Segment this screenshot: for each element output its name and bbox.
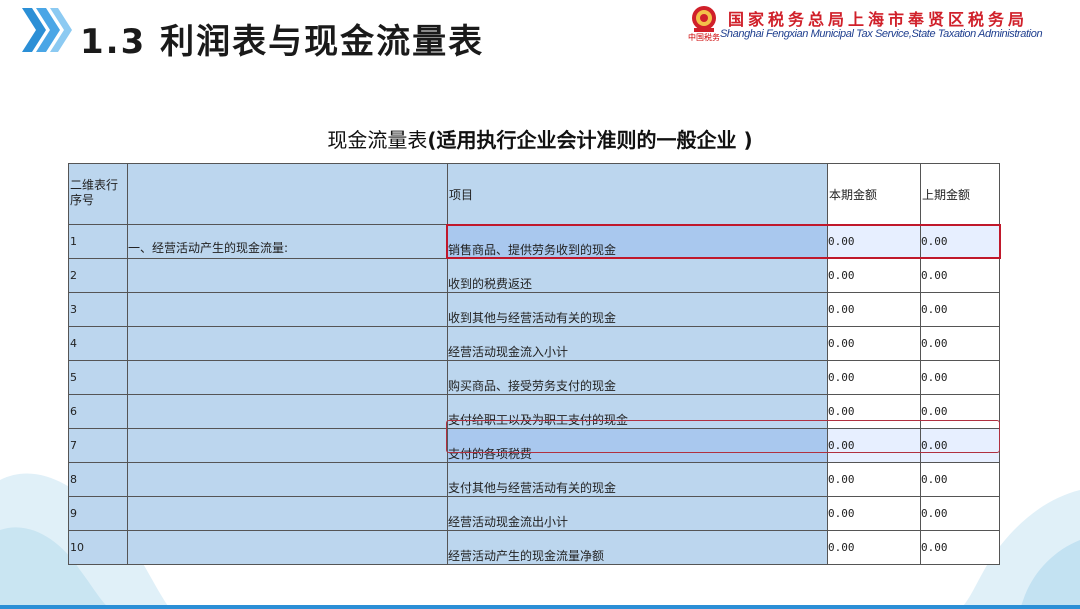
row-previous-amount: 0.00 <box>920 292 1000 327</box>
row-index: 5 <box>68 360 128 395</box>
row-section <box>127 258 448 293</box>
row-index: 3 <box>68 292 128 327</box>
slide-title: 1.3 利润表与现金流量表 <box>80 22 485 62</box>
row-item: 销售商品、提供劳务收到的现金 <box>447 224 828 259</box>
row-index: 9 <box>68 496 128 531</box>
cash-flow-table: 二维表行序号 项目 本期金额 上期金额 1 一、经营活动产生的现金流量: 销售商品、… <box>68 163 1000 565</box>
row-previous-amount: 0.00 <box>920 428 1000 463</box>
row-index: 1 <box>68 224 128 259</box>
row-item: 支付给职工以及为职工支付的现金 <box>447 394 828 429</box>
header-item: 项目 <box>447 163 828 225</box>
table-row: 8 支付其他与经营活动有关的现金 0.00 0.00 <box>68 462 1000 497</box>
row-index: 2 <box>68 258 128 293</box>
row-previous-amount: 0.00 <box>920 224 1000 259</box>
row-item: 支付的各项税费 <box>447 428 828 463</box>
row-index: 4 <box>68 326 128 361</box>
table-row: 1 一、经营活动产生的现金流量: 销售商品、提供劳务收到的现金 0.00 0.00 <box>68 224 1000 259</box>
table-title: 现金流量表(适用执行企业会计准则的一般企业 ) <box>0 124 1080 153</box>
row-index: 6 <box>68 394 128 429</box>
row-item: 经营活动现金流入小计 <box>447 326 828 361</box>
row-section <box>127 292 448 327</box>
slide-frame: 1.3 利润表与现金流量表 中国税务 国家税务总局上海市奉贤区税务局 Shang… <box>0 0 1080 609</box>
table-row: 3 收到其他与经营活动有关的现金 0.00 0.00 <box>68 292 1000 327</box>
row-section <box>127 326 448 361</box>
row-current-amount: 0.00 <box>827 394 921 429</box>
row-index: 8 <box>68 462 128 497</box>
row-current-amount: 0.00 <box>827 530 921 565</box>
table-row: 10 经营活动产生的现金流量净额 0.00 0.00 <box>68 530 1000 565</box>
row-item: 经营活动现金流出小计 <box>447 496 828 531</box>
row-item: 支付其他与经营活动有关的现金 <box>447 462 828 497</box>
row-section <box>127 462 448 497</box>
row-current-amount: 0.00 <box>827 428 921 463</box>
row-section: 一、经营活动产生的现金流量: <box>127 224 448 259</box>
row-current-amount: 0.00 <box>827 292 921 327</box>
row-item: 经营活动产生的现金流量净额 <box>447 530 828 565</box>
org-name-cn: 国家税务总局上海市奉贤区税务局 <box>728 10 1029 29</box>
row-previous-amount: 0.00 <box>920 326 1000 361</box>
table-row: 5 购买商品、接受劳务支付的现金 0.00 0.00 <box>68 360 1000 395</box>
row-item: 收到其他与经营活动有关的现金 <box>447 292 828 327</box>
table-row: 9 经营活动现金流出小计 0.00 0.00 <box>68 496 1000 531</box>
row-current-amount: 0.00 <box>827 496 921 531</box>
header-index: 二维表行序号 <box>68 163 128 225</box>
org-name-en: Shanghai Fengxian Municipal Tax Service,… <box>720 28 1043 40</box>
row-previous-amount: 0.00 <box>920 394 1000 429</box>
row-previous-amount: 0.00 <box>920 258 1000 293</box>
row-item: 收到的税费返还 <box>447 258 828 293</box>
header-previous-amount: 上期金额 <box>920 163 1000 225</box>
table-title-plain: 现金流量表 <box>327 128 428 152</box>
row-section <box>127 530 448 565</box>
row-previous-amount: 0.00 <box>920 496 1000 531</box>
row-current-amount: 0.00 <box>827 462 921 497</box>
row-section <box>127 360 448 395</box>
row-current-amount: 0.00 <box>827 224 921 259</box>
row-section <box>127 394 448 429</box>
row-section <box>127 428 448 463</box>
row-index: 7 <box>68 428 128 463</box>
row-previous-amount: 0.00 <box>920 530 1000 565</box>
table-row: 2 收到的税费返还 0.00 0.00 <box>68 258 1000 293</box>
table-row: 4 经营活动现金流入小计 0.00 0.00 <box>68 326 1000 361</box>
row-previous-amount: 0.00 <box>920 462 1000 497</box>
row-current-amount: 0.00 <box>827 360 921 395</box>
chevron-decoration-icon <box>22 8 72 52</box>
table-title-bold: (适用执行企业会计准则的一般企业 ) <box>427 128 753 152</box>
row-item: 购买商品、接受劳务支付的现金 <box>447 360 828 395</box>
table-header-row: 二维表行序号 项目 本期金额 上期金额 <box>68 163 1000 225</box>
row-current-amount: 0.00 <box>827 326 921 361</box>
table-row: 6 支付给职工以及为职工支付的现金 0.00 0.00 <box>68 394 1000 429</box>
table-row: 7 支付的各项税费 0.00 0.00 <box>68 428 1000 463</box>
seal-text: 中国税务 <box>688 33 720 42</box>
header-current-amount: 本期金额 <box>827 163 921 225</box>
row-index: 10 <box>68 530 128 565</box>
header-section <box>127 163 448 225</box>
row-previous-amount: 0.00 <box>920 360 1000 395</box>
row-current-amount: 0.00 <box>827 258 921 293</box>
row-section <box>127 496 448 531</box>
